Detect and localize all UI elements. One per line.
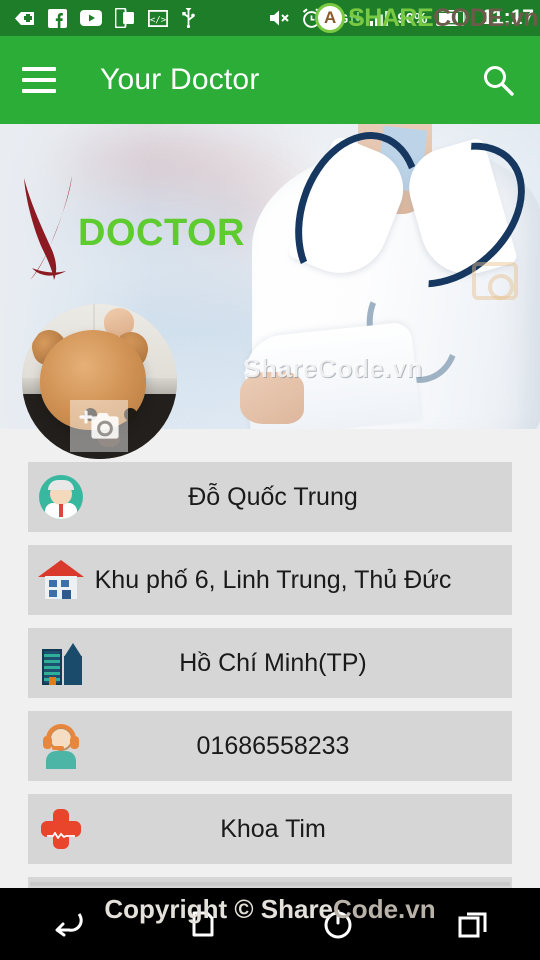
profile-row-name[interactable]: Đỗ Quốc Trung: [28, 462, 512, 532]
network-3g-label: 3G: [331, 10, 349, 26]
ydoctor-logo: DOCTOR: [20, 172, 245, 282]
camera-glyph-icon: [77, 409, 121, 443]
profile-row-address[interactable]: Khu phố 6, Linh Trung, Thủ Đức: [28, 545, 512, 615]
profile-row-city[interactable]: Hồ Chí Minh(TP): [28, 628, 512, 698]
logo-y-letter: [20, 172, 82, 282]
signal-bars-icon: [370, 10, 389, 26]
battery-percent-label: 90%: [397, 9, 428, 27]
banner-watermark-icon: [472, 262, 518, 300]
app-bar: Your Doctor: [0, 36, 540, 124]
avatar[interactable]: [22, 304, 177, 459]
profile-row-value: Khu phố 6, Linh Trung, Thủ Đức: [94, 565, 452, 594]
profile-row-department[interactable]: Khoa Tim: [28, 794, 512, 864]
search-icon[interactable]: [478, 60, 518, 100]
doctor-icon: [34, 470, 88, 524]
clock-label: 11:17: [481, 6, 534, 29]
battery-icon: [436, 10, 469, 26]
profile-row-phone[interactable]: 01686558233: [28, 711, 512, 781]
developer-code-icon: </>: [147, 9, 169, 27]
support-agent-icon: [34, 719, 88, 773]
recents-button[interactable]: [441, 896, 505, 952]
power-button[interactable]: [306, 896, 370, 952]
home-icon: [34, 553, 88, 607]
logo-doctor-text: DOCTOR: [78, 212, 245, 254]
doctor-hand: [240, 372, 304, 424]
profile-row-value: Đỗ Quốc Trung: [188, 482, 358, 511]
data-arrows-icon: [349, 11, 362, 26]
badge-plus-icon: [14, 9, 35, 28]
back-button[interactable]: [36, 896, 100, 952]
page-title: Your Doctor: [100, 63, 260, 96]
hamburger-menu-icon[interactable]: [22, 67, 56, 93]
usb-icon: [181, 8, 196, 29]
screen-copy-icon: [114, 7, 135, 29]
status-bar: </> 3G 90% 11:17 A SHARECODE.vn: [0, 0, 540, 36]
network-3g-icon: 3G: [331, 10, 362, 26]
profile-row-value: Hồ Chí Minh(TP): [179, 648, 367, 677]
system-navigation-bar: Copyright © ShareCode.vn: [0, 888, 540, 960]
facebook-icon: [48, 8, 67, 28]
profile-row-value: Khoa Tim: [220, 814, 326, 843]
home-button[interactable]: [171, 896, 235, 952]
app-screen: </> 3G 90% 11:17 A SHARECODE.vn Your Doc…: [0, 0, 540, 960]
alarm-clock-icon: [301, 7, 322, 29]
profile-row-value: 01686558233: [196, 731, 350, 760]
volume-mute-icon: [268, 9, 292, 27]
doctor-photo: [240, 124, 540, 429]
add-photo-camera-icon[interactable]: [70, 400, 128, 452]
medical-cross-icon: [34, 802, 88, 856]
status-bar-left-icons: </>: [14, 7, 196, 29]
profile-list: Đỗ Quốc Trung Khu phố 6, Linh Trung, Thủ…: [0, 462, 540, 910]
status-bar-right-icons: 3G 90% 11:17: [268, 6, 534, 30]
scrollbar-track[interactable]: [30, 882, 510, 886]
svg-text:</>: </>: [150, 15, 167, 25]
city-icon: [34, 636, 88, 690]
youtube-icon: [80, 10, 102, 26]
